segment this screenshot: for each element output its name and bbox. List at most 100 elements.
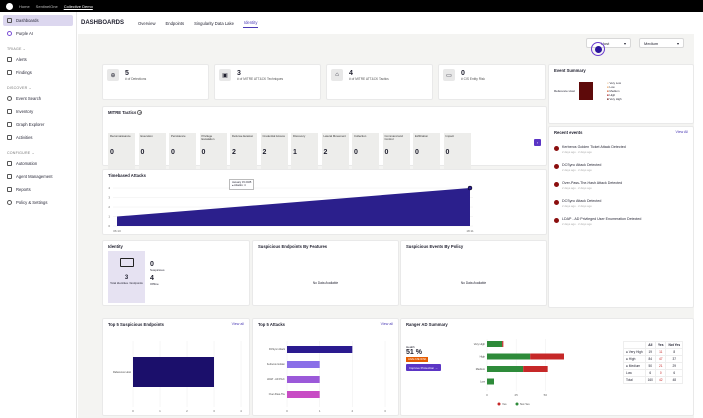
heatmap-legend: ■ Very Low ■ Low ■ Medium ■ High ■ Very … [607,81,622,101]
tactic-card[interactable]: Lateral Movement 2 [321,133,349,169]
tab-singularity-data-lake[interactable]: Singularity Data Lake [193,19,235,28]
table-header: Not Yes [665,341,684,349]
dashboard-tabs: DASHBOARDS Overview Endpoints Singularit… [78,12,694,34]
sidebar-item-alerts[interactable]: Alerts [3,54,73,65]
bar [287,376,320,383]
sentinelone-logo-icon[interactable] [6,2,13,10]
tactic-card[interactable]: Impact 0 [443,133,471,169]
stat-label: # of MITRE ATT&CK Tactics [349,76,389,81]
x-tick-label: 0 [132,409,134,413]
panel-title: Suspicious Events By Policy [406,244,464,249]
event-time: 2 days ago · 2 days ago [562,186,592,190]
table-row: Total 160 42 48 [623,376,684,384]
info-icon[interactable]: ? [137,110,143,115]
tactic-name: Credential Access [262,134,285,138]
improve-protection-button[interactable]: Improve Protection → [406,364,442,371]
sidebar-item-policy-settings[interactable]: Policy & Settings [3,197,73,208]
recent-event-item[interactable]: LDAP - AD Privileged User Enumeration De… [549,214,693,232]
y-tick-label: 4 [108,186,110,190]
bar [133,357,214,387]
sidebar-item-dashboards[interactable]: Dashboards [3,15,73,26]
tactic-card[interactable]: Reconnaissance 0 [108,133,135,169]
tab-identity[interactable]: Identity [242,18,259,28]
x-tick-label: 18:11 [466,229,474,233]
breadcrumb-home[interactable]: Home [19,4,30,9]
table-cell: 84 [644,355,656,363]
recent-event-item[interactable]: DCSync Attack Detected 2 days ago · 2 day… [549,160,693,178]
sidebar-item-graph-explorer[interactable]: Graph Explorer [3,119,73,130]
tactic-card[interactable]: Persistence 0 [169,133,196,169]
tactic-name: Defense Evasion [232,134,254,138]
sidebar-item-findings[interactable]: Findings [3,67,73,78]
tab-overview[interactable]: Overview [137,19,156,28]
sidebar-item-label: Dashboards [16,18,39,23]
event-title: DCSync Attack Detected [562,163,602,167]
identity-total-box[interactable]: 3 Total Identities / Endpoints [108,251,145,303]
stat-value: 0 [461,69,465,77]
table-cell: 48 [665,376,684,384]
stat-value: 5 [125,69,129,77]
recent-event-item[interactable]: Kerberos Golden Ticket Attack Detected 2 … [549,142,693,160]
view-all-link[interactable]: View all [381,322,393,326]
sidebar-item-reports[interactable]: Reports [3,184,73,195]
alert-icon [554,199,559,205]
table-header: All [644,341,656,349]
tab-endpoints[interactable]: Endpoints [164,19,185,28]
tactic-card[interactable]: Collection 0 [352,133,379,169]
recent-events-title: Recent events [554,130,583,135]
legend-swatch [515,402,519,406]
tactic-value: 0 [415,149,419,156]
tactic-card[interactable]: Defense Evasion 2 [230,133,257,169]
heatmap-cell[interactable] [579,82,593,100]
sidebar-item-agent-management[interactable]: Agent Management [3,171,73,182]
event-time: 2 days ago · 2 days ago [562,168,592,172]
stat-value: 3 [237,69,241,77]
breadcrumb-account[interactable]: SentinelOne [36,4,58,9]
sidebar-section-discover[interactable]: DISCOVER ⌄ [7,86,73,90]
tactic-card[interactable]: Discovery 1 [291,133,318,169]
table-cell: 47 [654,355,667,363]
recent-event-item[interactable]: DCSync Attack Detected 2 days ago · 2 day… [549,196,693,214]
page-title: DASHBOARDS [81,20,125,26]
sidebar-item-label: Agent Management [16,174,53,179]
sidebar-item-event-search[interactable]: Event Search [3,93,73,104]
sidebar-item-activities[interactable]: Activities [3,132,73,143]
table-cell: 11 [654,348,667,356]
expand-button[interactable]: › [534,139,541,146]
tactic-card[interactable]: Privilege Escalation 0 [199,133,227,169]
y-tick-label: High [480,355,486,359]
tactic-card[interactable]: Exfiltration 0 [413,133,440,169]
stat-card-tactics: ⌂ 4 # of MITRE ATT&CK Tactics [326,64,433,100]
sidebar-item-automation[interactable]: Automation [3,158,73,169]
timebased-attacks-panel: Timebased Attacks 0 1 2 3 4 06:10 18:11 Januar… [102,169,547,235]
sidebar-section-triage[interactable]: TRIAGE ⌄ [7,47,73,51]
alert-icon [554,181,559,187]
tactic-card[interactable]: Command and Control 0 [382,133,410,169]
empty-state: No Data Available [460,281,487,285]
bar [287,391,320,398]
event-title: Over-Pass-The-Hash Attack Detected [562,181,623,185]
severity-filter-select[interactable]: Medium ▾ [639,38,684,48]
tactic-value: 0 [445,149,450,156]
table-cell: 6 [665,369,684,377]
timeline-chart: 0 1 2 3 4 06:10 18:11 [108,185,474,233]
view-all-link[interactable]: View all [232,322,244,326]
sidebar-item-purple-ai[interactable]: Purple AI [3,28,73,39]
recent-event-item[interactable]: Over-Pass-The-Hash Attack Detected 2 days… [549,178,693,196]
tactic-value: 1 [293,149,297,156]
x-tick-label: 3 [213,409,215,413]
tactic-value: 0 [140,149,145,156]
breadcrumb-site[interactable]: Collective Demo [64,4,93,9]
sidebar-item-inventory[interactable]: Inventory [3,106,73,117]
view-all-link[interactable]: View All [675,130,688,134]
stat-card-cis-risk: ▭ 0 # CIS Entity Risk [438,64,546,100]
tactic-card[interactable]: Credential Access 2 [260,133,288,169]
inventory-icon [7,109,12,114]
tactic-card[interactable]: Execution 0 [138,133,166,169]
sidebar-section-configure[interactable]: CONFIGURE ⌄ [7,151,73,155]
sidebar: Dashboards Purple AI TRIAGE ⌄ Alerts Fin… [0,12,77,418]
legend-label: Yes [502,402,507,406]
main-content: DASHBOARDS Overview Endpoints Singularit… [78,12,694,418]
sidebar-item-label: Reports [16,187,31,192]
table-cell: ● Very High [623,348,646,356]
